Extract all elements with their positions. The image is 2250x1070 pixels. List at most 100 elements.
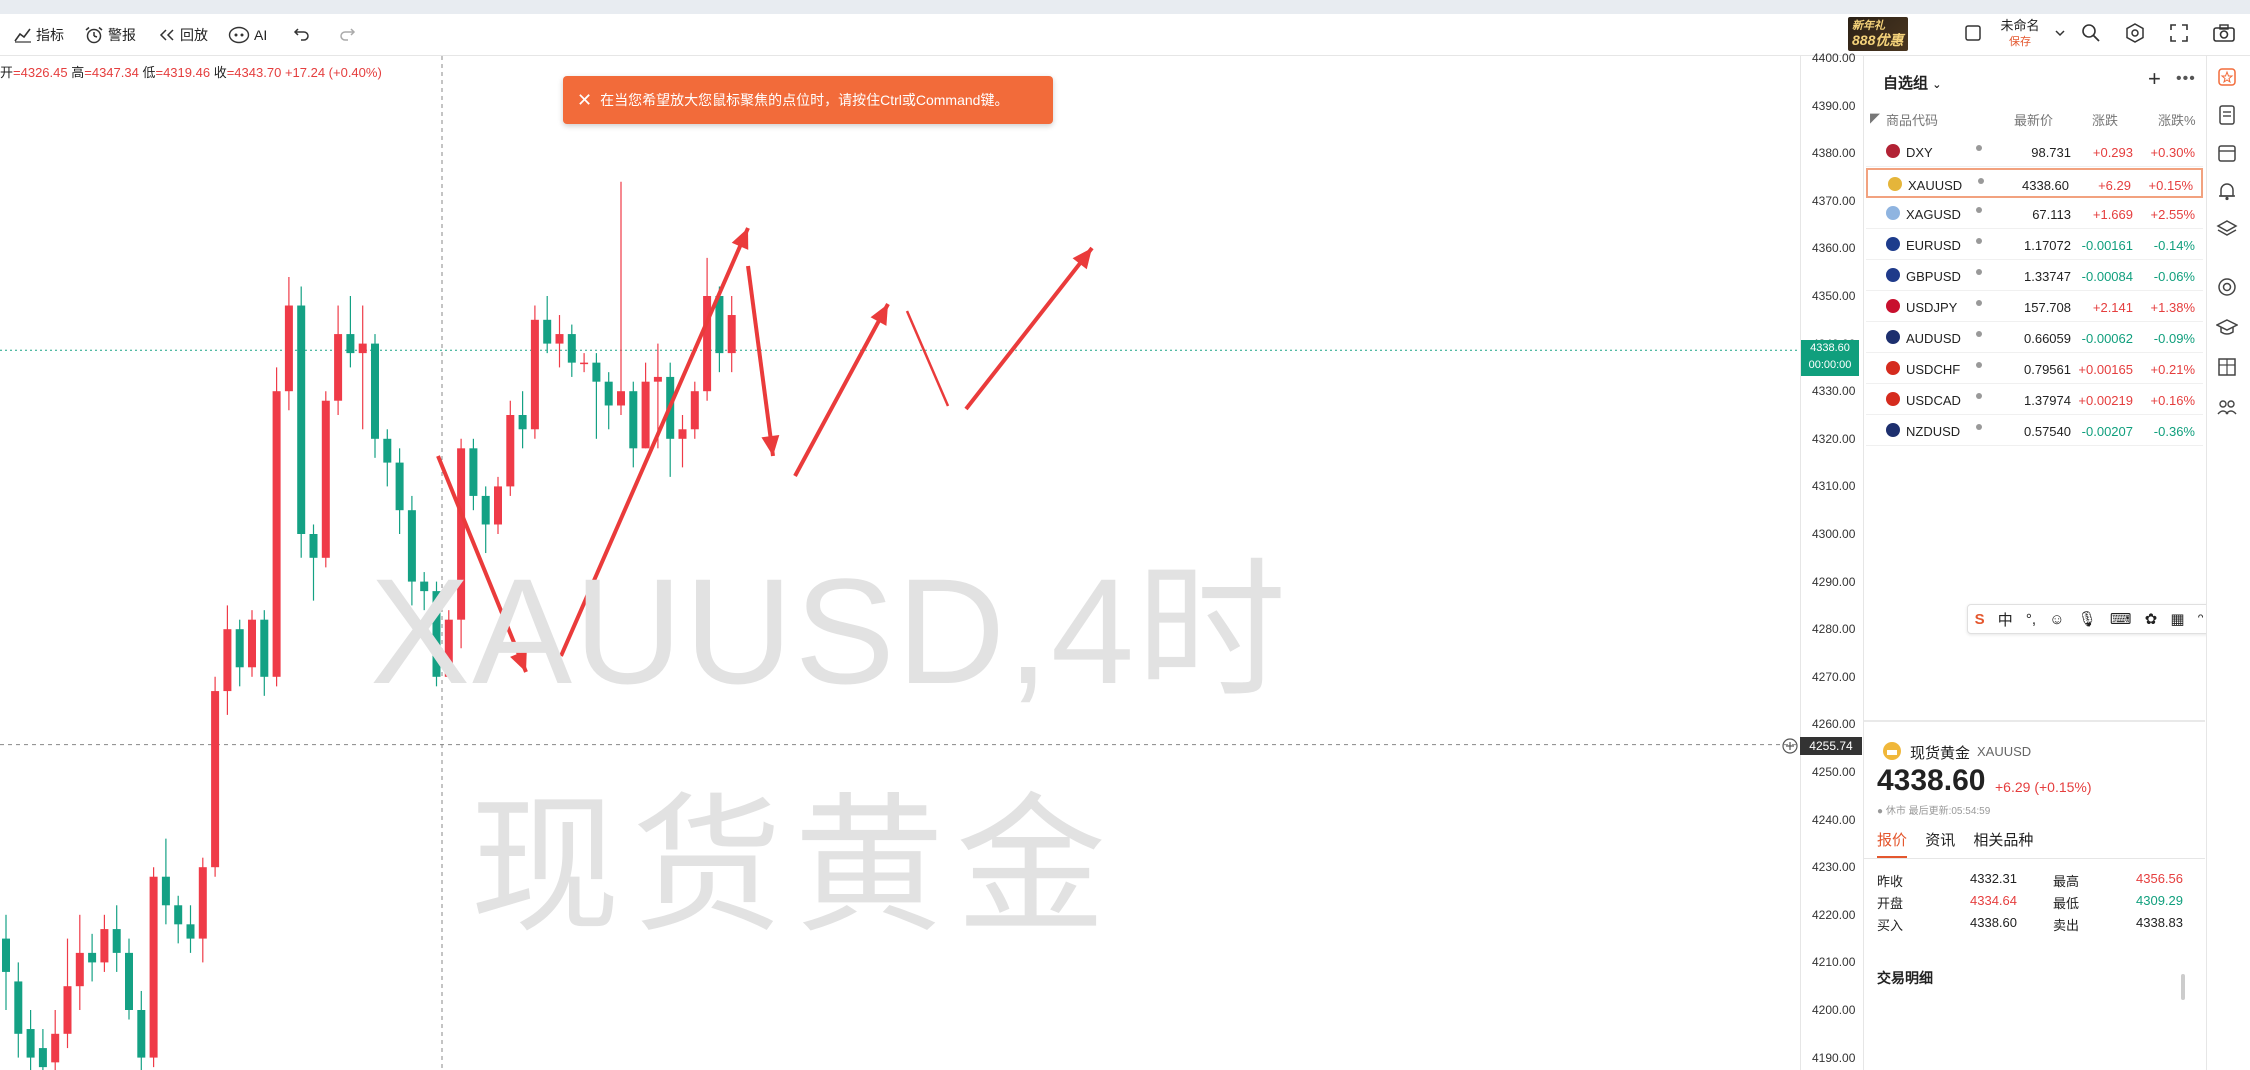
candle-body [112,929,121,953]
tab-quote[interactable]: 报价 [1877,832,1907,849]
replay-button[interactable]: 回放 [158,24,208,46]
col-last[interactable]: 最新价 [2014,110,2053,129]
price-tick: 4270.00 [1812,669,1856,684]
promo-banner[interactable]: 新年礼 888优惠 [1848,17,1908,51]
candle-body [555,334,564,344]
last-price: 0.79561 [2024,362,2071,377]
drawn-line-down[interactable] [905,310,950,407]
collapse-icon[interactable]: ◤ [1870,110,1880,126]
detail-status: ● 休市 最后更新:05:54:59 [1877,806,1991,817]
watchlist-row-dxy[interactable]: DXY 98.731 +0.293 +0.30% [1866,137,2203,167]
watchlist-row-xagusd[interactable]: XAGUSD 67.113 +1.669 +2.55% [1866,199,2203,229]
col-code[interactable]: 商品代码 [1886,110,1938,129]
emoji-icon[interactable]: ☺ [2049,611,2064,628]
drawn-arrow-up-3[interactable] [964,246,1094,411]
watchlist-row-audusd[interactable]: AUDUSD 0.66059 -0.00062 -0.09% [1866,323,2203,353]
calendar-icon[interactable] [2216,142,2238,164]
ime-toolbar[interactable]: S 中 °, ☺ 🎙 ⌨ ✿ ▦ ᵔ [1967,604,2211,634]
candle-body [690,391,699,430]
target-icon[interactable] [2216,276,2238,298]
mic-icon[interactable]: 🎙 [2078,610,2097,628]
col-change[interactable]: 涨跌 [2092,110,2118,129]
flag-icon [1886,206,1900,220]
col-change-pct[interactable]: 涨跌% [2158,110,2196,129]
ai-button[interactable]: AI [228,24,267,46]
education-icon[interactable] [2216,316,2238,338]
symbol-code: NZDUSD [1906,424,1961,439]
ime-lang[interactable]: 中 [1998,609,2013,630]
detail-price: 4338.60 [1877,764,1986,797]
watchlist-icon[interactable] [2216,66,2238,88]
layout-icon[interactable] [1964,24,1982,42]
price-tick: 4360.00 [1812,241,1856,256]
watchlist-row-nzdusd[interactable]: NZDUSD 0.57540 -0.00207 -0.36% [1866,416,2203,446]
redo-icon[interactable] [338,24,356,42]
candle-body [543,319,552,344]
alert-button[interactable]: 警报 [84,24,136,46]
last-price: 0.66059 [2024,331,2071,346]
tab-news[interactable]: 资讯 [1925,832,1955,849]
candle-body [346,334,355,354]
change: -0.00161 [2081,238,2133,253]
candle-body [137,1010,146,1058]
open-label-detail: 开盘 [1877,896,1904,911]
watchlist-row-usdjpy[interactable]: USDJPY 157.708 +2.141 +1.38% [1866,292,2203,322]
candle-body [604,381,613,406]
more-icon[interactable]: ••• [2176,70,2196,88]
watchlist-row-usdchf[interactable]: USDCHF 0.79561 +0.00165 +0.21% [1866,354,2203,384]
skin-icon[interactable]: ✿ [2145,610,2158,628]
punct-icon[interactable]: °, [2026,611,2036,628]
undo-icon[interactable] [293,24,311,42]
symbol-code: AUDUSD [1906,331,1961,346]
status-dot-icon [1976,300,1982,306]
price-tick: 4330.00 [1812,384,1856,399]
change-pct: -0.09% [2153,331,2195,346]
fullscreen-icon[interactable] [2168,22,2190,44]
community-icon[interactable] [2216,396,2238,418]
candle-body [629,391,638,449]
keyboard-icon[interactable]: ⌨ [2110,610,2132,628]
camera-icon[interactable] [2212,22,2236,44]
watchlist-title[interactable]: 自选组 ⌄ [1883,72,1941,93]
candle-body [592,362,601,382]
promo-line2: 888优惠 [1852,32,1904,48]
change: +0.00219 [2078,393,2133,408]
indicators-button[interactable]: 指标 [14,24,64,46]
tab-related[interactable]: 相关品种 [1973,832,2033,849]
symbol-code: XAUUSD [1908,178,1963,193]
replay-label: 回放 [180,27,208,43]
zoom-icon[interactable] [2080,22,2102,44]
sogou-logo-icon[interactable]: S [1975,611,1985,628]
bell-icon[interactable] [2216,180,2238,202]
chevron-down-icon[interactable] [2054,28,2066,38]
candle-body [358,343,367,354]
watchlist-row-gbpusd[interactable]: GBPUSD 1.33747 -0.00084 -0.06% [1866,261,2203,291]
candle-body [235,629,244,668]
layout-name[interactable]: 未命名 保存 [1990,18,2050,50]
watchlist-row-usdcad[interactable]: USDCAD 1.37974 +0.00219 +0.16% [1866,385,2203,415]
flag-icon [1886,361,1900,375]
add-alert-plus-icon[interactable] [1782,738,1798,754]
low-label: 低 [142,65,156,80]
notes-icon[interactable] [2216,104,2238,126]
drawn-arrow-down-2[interactable] [746,265,775,457]
zoom-hint-toast[interactable]: ✕ 在当您希望放大您鼠标聚焦的点位时，请按住Ctrl或Command键。 [563,76,1053,124]
drawn-arrow-down-2-head [761,434,780,456]
grid-icon[interactable]: ▦ [2170,610,2184,628]
scroll-handle-icon[interactable] [2178,972,2188,1002]
close-icon[interactable]: ✕ [577,90,592,111]
table-icon[interactable] [2216,356,2238,378]
price-tick: 4240.00 [1812,812,1856,827]
watchlist-row-xauusd[interactable]: XAUUSD 4338.60 +6.29 +0.15% [1866,168,2203,198]
settings-icon[interactable] [2124,22,2146,44]
mascot-icon[interactable]: ᵔ [2198,611,2204,628]
drawn-arrow-up-2[interactable] [793,303,890,477]
layers-icon[interactable] [2216,218,2238,240]
high-label: 高 [71,65,85,80]
add-symbol-icon[interactable]: + [2148,66,2161,92]
watchlist-row-eurusd[interactable]: EURUSD 1.17072 -0.00161 -0.14% [1866,230,2203,260]
status-dot-icon [1976,331,1982,337]
change-value: +17.24 (+0.40%) [284,65,382,80]
panel-divider[interactable] [1864,720,2205,722]
gold-coin-icon [1883,742,1901,760]
